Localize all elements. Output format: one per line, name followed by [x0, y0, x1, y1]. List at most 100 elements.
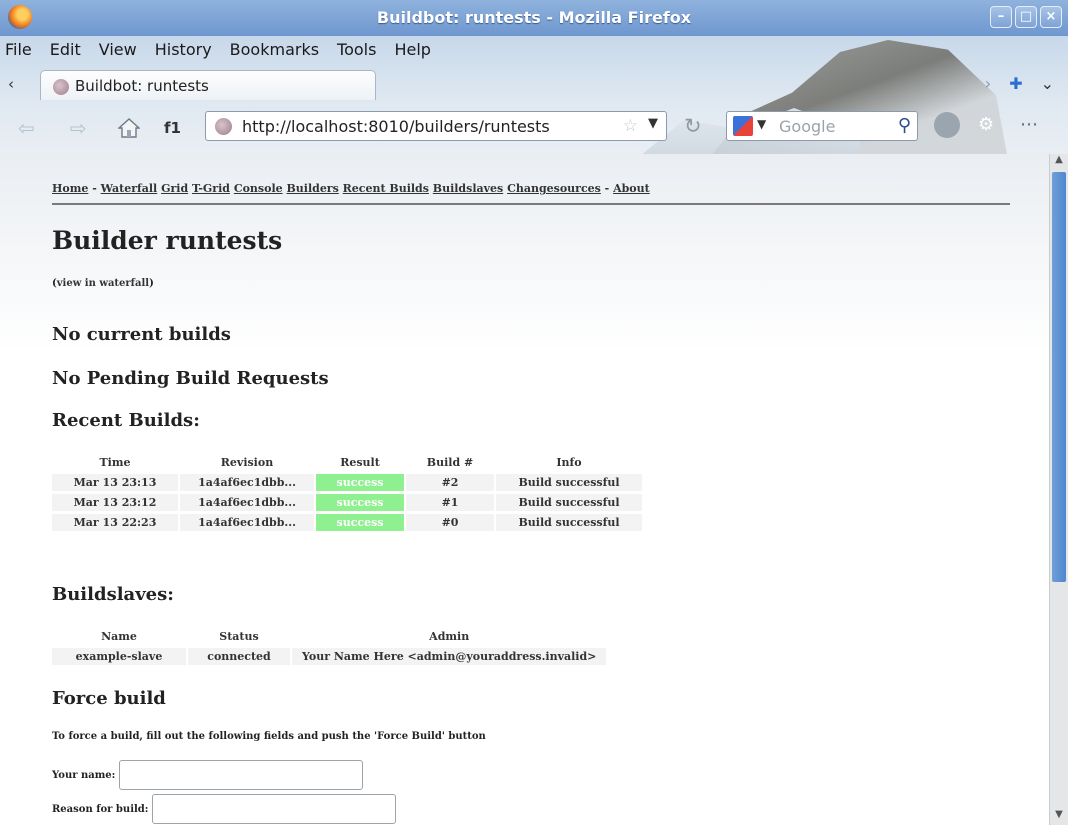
menu-history[interactable]: History: [146, 38, 221, 64]
new-tab-icon[interactable]: ✚: [1009, 74, 1022, 93]
no-current-builds-heading: No current builds: [52, 324, 231, 345]
slave-name-cell: example-slave: [52, 648, 186, 665]
col-name: Name: [101, 630, 137, 643]
maximize-button[interactable]: □: [1015, 6, 1037, 28]
menu-edit[interactable]: Edit: [41, 38, 90, 64]
table-row: example-slave connected Your Name Here <…: [52, 648, 607, 665]
tab-scroll-right-icon[interactable]: ›: [985, 74, 991, 93]
addon-menu-icon[interactable]: ⋯: [1020, 114, 1038, 135]
url-bar[interactable]: http://localhost:8010/builders/runtests …: [205, 111, 667, 141]
build-number-link[interactable]: #1: [442, 496, 459, 509]
view-in-waterfall: (view in waterfall): [52, 278, 154, 289]
nav-builders-link[interactable]: Builders: [286, 182, 338, 195]
tab-label: Buildbot: runtests: [75, 77, 209, 95]
url-history-dropdown-icon[interactable]: ▼: [648, 116, 658, 131]
build-info: Build successful: [496, 494, 642, 511]
scroll-up-icon[interactable]: ▲: [1050, 154, 1068, 170]
forward-arrow-icon[interactable]: ⇨: [70, 116, 87, 140]
back-arrow-icon[interactable]: ⇦: [18, 116, 35, 140]
menu-file[interactable]: File: [0, 38, 41, 64]
build-time: Mar 13 23:12: [52, 494, 178, 511]
addon-sync-icon[interactable]: [934, 112, 960, 138]
list-all-tabs-icon[interactable]: ⌄: [1041, 74, 1054, 93]
build-result-badge: success: [316, 494, 404, 511]
menu-help[interactable]: Help: [385, 38, 439, 64]
tab-strip-controls: › ✚ ⌄: [985, 74, 1054, 93]
vertical-scrollbar[interactable]: ▲ ▼: [1049, 154, 1068, 825]
nav-separator: -: [600, 182, 614, 195]
reason-input[interactable]: [152, 794, 397, 824]
force-build-heading: Force build: [52, 688, 166, 709]
build-number-link[interactable]: #2: [442, 476, 459, 489]
view-in-waterfall-link[interactable]: view in waterfall: [57, 278, 149, 289]
nav-console-link[interactable]: Console: [234, 182, 283, 195]
page-title: Builder runtests: [52, 226, 283, 255]
bookmark-f1[interactable]: f1: [164, 119, 181, 137]
window-title: Buildbot: runtests - Mozilla Firefox: [376, 8, 692, 27]
table-header-row: Name Status Admin: [52, 628, 606, 645]
nav-home-link[interactable]: Home: [52, 182, 88, 195]
close-button[interactable]: ×: [1040, 6, 1062, 28]
your-name-row: Your name:: [52, 760, 364, 790]
recent-builds-table: Time Revision Result Build # Info Mar 13…: [50, 451, 644, 534]
your-name-input[interactable]: [119, 760, 364, 790]
nav-buildslaves-link[interactable]: Buildslaves: [433, 182, 503, 195]
recent-builds-heading: Recent Builds:: [52, 410, 200, 431]
menu-bookmarks[interactable]: Bookmarks: [221, 38, 328, 64]
build-time: Mar 13 23:13: [52, 474, 178, 491]
scroll-down-icon[interactable]: ▼: [1050, 809, 1068, 825]
col-admin: Admin: [429, 630, 470, 643]
table-row: Mar 13 22:23 1a4af6ec1dbb... success #0 …: [52, 514, 642, 531]
menubar: File Edit View History Bookmarks Tools H…: [0, 38, 440, 64]
build-number-cell: #1: [406, 494, 494, 511]
nav-recent-builds-link[interactable]: Recent Builds: [343, 182, 429, 195]
addon-puzzle-icon[interactable]: ⚙: [978, 114, 994, 135]
engine-dropdown-icon[interactable]: ▼: [757, 117, 766, 131]
reason-row: Reason for build:: [52, 794, 397, 824]
tab-buildbot-runtests[interactable]: Buildbot: runtests: [40, 70, 376, 100]
site-identity-icon[interactable]: [215, 118, 232, 135]
menu-tools[interactable]: Tools: [328, 38, 385, 64]
buildbot-favicon-icon: [53, 79, 69, 95]
home-icon[interactable]: [118, 118, 140, 138]
nav-waterfall-link[interactable]: Waterfall: [101, 182, 158, 195]
build-number-cell: #0: [406, 514, 494, 531]
search-magnifier-icon[interactable]: ⚲: [898, 115, 911, 136]
col-build-number: Build #: [426, 456, 474, 469]
scrollbar-thumb[interactable]: [1052, 172, 1066, 582]
header-divider: [52, 203, 1010, 205]
page-content: Home - Waterfall Grid T-Grid Console Bui…: [0, 154, 1049, 825]
slave-name-link[interactable]: example-slave: [76, 650, 163, 663]
window-controls: – □ ×: [990, 6, 1062, 28]
slave-status: connected: [188, 648, 290, 665]
navigation-toolbar: ⇦ ⇨ f1 http://localhost:8010/builders/ru…: [0, 106, 1068, 150]
nav-tgrid-link[interactable]: T-Grid: [192, 182, 230, 195]
build-revision: 1a4af6ec1dbb...: [180, 494, 314, 511]
bookmark-star-icon[interactable]: ☆: [623, 116, 638, 136]
build-number-link[interactable]: #0: [442, 516, 459, 529]
search-bar[interactable]: ▼ Google ⚲: [726, 111, 918, 141]
url-text[interactable]: http://localhost:8010/builders/runtests: [242, 117, 550, 136]
no-pending-heading: No Pending Build Requests: [52, 368, 329, 389]
nav-grid-link[interactable]: Grid: [161, 182, 188, 195]
tab-scroll-left-icon[interactable]: ‹: [8, 75, 14, 93]
col-result: Result: [340, 456, 380, 469]
build-result-badge: success: [316, 514, 404, 531]
build-result-badge: success: [316, 474, 404, 491]
browser-chrome: File Edit View History Bookmarks Tools H…: [0, 36, 1068, 154]
minimize-button[interactable]: –: [990, 6, 1012, 28]
nav-changesources-link[interactable]: Changesources: [507, 182, 601, 195]
build-revision: 1a4af6ec1dbb...: [180, 514, 314, 531]
search-placeholder[interactable]: Google: [779, 117, 835, 136]
nav-separator: -: [88, 182, 101, 195]
table-row: Mar 13 23:12 1a4af6ec1dbb... success #1 …: [52, 494, 642, 511]
build-revision: 1a4af6ec1dbb...: [180, 474, 314, 491]
google-engine-icon[interactable]: [733, 116, 753, 136]
nav-about-link[interactable]: About: [613, 182, 650, 195]
slave-admin: Your Name Here <admin@youraddress.invali…: [292, 648, 607, 665]
menu-view[interactable]: View: [90, 38, 146, 64]
window-titlebar: Buildbot: runtests - Mozilla Firefox – □…: [0, 0, 1068, 36]
tab-strip: ‹ Buildbot: runtests › ✚ ⌄: [0, 68, 1068, 100]
col-status: Status: [219, 630, 259, 643]
reload-icon[interactable]: ↻: [684, 114, 702, 138]
